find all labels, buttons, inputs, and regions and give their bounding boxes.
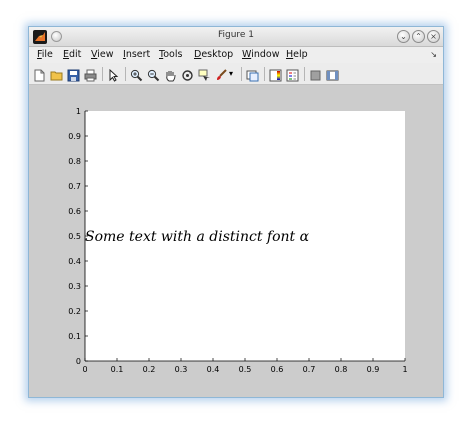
data-cursor-icon[interactable] xyxy=(198,67,211,81)
new-figure-icon[interactable] xyxy=(33,67,46,82)
open-file-icon[interactable] xyxy=(50,67,63,81)
brush-icon[interactable] xyxy=(215,67,228,80)
figure-toolbar: ▾ xyxy=(29,63,443,85)
show-plot-tools-icon[interactable] xyxy=(326,67,339,81)
axes-text-annotation: Some text with a distinct font α xyxy=(85,229,310,245)
y-tick-label: 0.8 xyxy=(68,157,81,166)
y-tick-label: 0.7 xyxy=(68,182,81,191)
x-tick-label: 0.6 xyxy=(271,365,284,374)
zoom-in-icon[interactable] xyxy=(130,67,143,82)
menu-help[interactable]: Help xyxy=(286,49,308,60)
axes-container: 0 0.1 0.2 0.3 0.4 0.5 0.6 0.7 0.8 0.9 1 0 0.1 0.2 0.3… xyxy=(68,107,407,374)
window-title: Figure 1 xyxy=(217,30,255,40)
y-tick-label: 0.9 xyxy=(68,132,81,141)
x-tick-label: 0.7 xyxy=(303,365,316,374)
toolbar-separator xyxy=(102,67,103,81)
hide-plot-tools-icon[interactable] xyxy=(309,67,322,81)
minimize-button[interactable]: ⌄ xyxy=(397,30,410,43)
maximize-button[interactable]: ⌃ xyxy=(412,30,425,43)
x-tick-label: 0.5 xyxy=(239,365,252,374)
x-tick-label: 1 xyxy=(402,365,407,374)
figure-canvas[interactable]: 0 0.1 0.2 0.3 0.4 0.5 0.6 0.7 0.8 0.9 1 0 0.1 0.2 0.3… xyxy=(29,85,443,397)
y-tick-label: 0.3 xyxy=(68,282,81,291)
x-tick-label: 0 xyxy=(82,365,87,374)
rotate-3d-icon[interactable] xyxy=(181,67,194,81)
y-tick-label: 1 xyxy=(76,107,81,116)
print-icon[interactable] xyxy=(84,67,97,82)
menu-dock-arrow-icon[interactable]: ↘ xyxy=(430,50,437,59)
menu-insert[interactable]: Insert xyxy=(123,49,150,60)
x-tick-label: 0.9 xyxy=(367,365,380,374)
x-tick-label: 0.3 xyxy=(175,365,188,374)
y-tick-label: 0.5 xyxy=(68,232,81,241)
x-tick-label: 0.8 xyxy=(335,365,348,374)
colorbar-icon[interactable] xyxy=(269,67,282,82)
save-icon[interactable] xyxy=(67,67,80,82)
figure-window: Figure 1 ⌄ ⌃ × File Edit View Insert Too… xyxy=(28,26,444,398)
legend-icon[interactable] xyxy=(286,67,299,82)
select-arrow-icon[interactable] xyxy=(107,67,120,82)
title-bar[interactable]: Figure 1 ⌄ ⌃ × xyxy=(29,27,443,47)
zoom-out-icon[interactable] xyxy=(147,67,160,82)
menu-edit[interactable]: Edit xyxy=(63,49,81,60)
y-tick-label: 0.4 xyxy=(68,257,81,266)
close-button[interactable]: × xyxy=(427,30,440,43)
y-tick-label: 0.2 xyxy=(68,307,81,316)
menu-file[interactable]: File xyxy=(37,49,53,60)
y-tick-label: 0.6 xyxy=(68,207,81,216)
menu-window[interactable]: Window xyxy=(242,49,279,60)
menu-view[interactable]: View xyxy=(91,49,114,60)
x-tick-label: 0.2 xyxy=(143,365,156,374)
brush-dropdown-icon[interactable]: ▾ xyxy=(229,69,237,82)
x-tick-label: 0.4 xyxy=(207,365,220,374)
menu-bar: File Edit View Insert Tools Desktop Wind… xyxy=(29,47,443,63)
menu-desktop[interactable]: Desktop xyxy=(194,49,233,60)
toolbar-separator xyxy=(241,67,242,81)
x-tick-label: 0.1 xyxy=(111,365,124,374)
toolbar-separator xyxy=(125,67,126,81)
link-plot-icon[interactable] xyxy=(246,67,259,82)
pan-hand-icon[interactable] xyxy=(164,67,177,82)
y-tick-label: 0.1 xyxy=(68,332,81,341)
toolbar-separator xyxy=(304,67,305,81)
y-tick-label: 0 xyxy=(76,357,81,366)
menu-tools[interactable]: Tools xyxy=(159,49,182,60)
toolbar-separator xyxy=(264,67,265,81)
